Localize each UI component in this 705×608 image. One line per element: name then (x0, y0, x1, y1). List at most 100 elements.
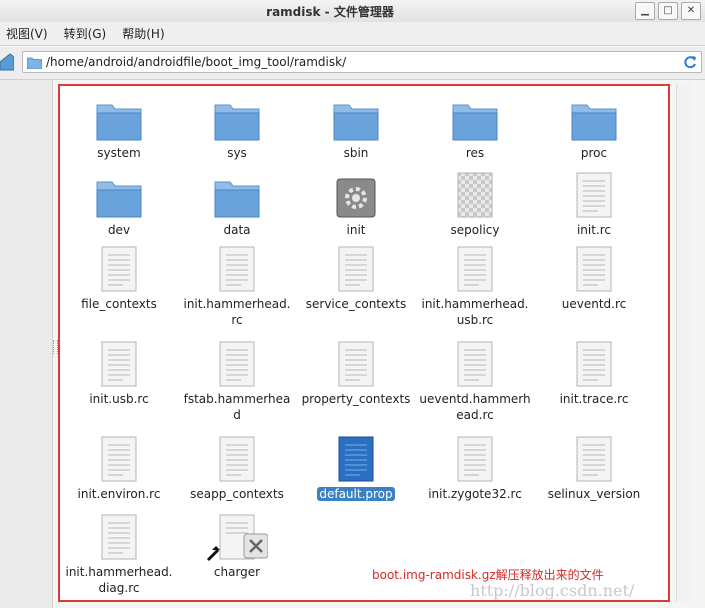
file-label: seapp_contexts (178, 486, 296, 502)
file-label: init.environ.rc (60, 486, 178, 502)
file-name-line1: init.usb.rc (89, 392, 149, 406)
text-icon (101, 341, 137, 391)
home-nav-icon[interactable] (0, 52, 14, 72)
file-label: property_contexts (297, 391, 415, 407)
folder-icon (96, 178, 142, 222)
text-icon (457, 246, 493, 296)
text-icon (576, 172, 612, 222)
file-label: init.hammerhead. usb.rc (416, 296, 534, 328)
file-name-line1: sys (227, 146, 247, 160)
text-icon (219, 436, 255, 486)
file-name-line1: dev (107, 223, 131, 237)
file-name-line2: ead.rc (456, 408, 494, 422)
text-icon (457, 436, 493, 486)
file-label: init.hammerhead. diag.rc (60, 564, 178, 596)
file-label: init (297, 222, 415, 238)
file-label: default.prop (297, 486, 415, 502)
menu-go[interactable]: 转到(G) (64, 25, 107, 42)
file-label: selinux_version (535, 486, 653, 502)
file-name-line1: res (465, 146, 485, 160)
file-name-line1: init.trace.rc (559, 392, 629, 406)
maximize-button[interactable]: □ (658, 1, 678, 20)
file-name-line1: charger (213, 565, 261, 579)
location-toolbar: /home/android/androidfile/boot_img_tool/… (0, 47, 705, 80)
path-input[interactable]: /home/android/androidfile/boot_img_tool/… (22, 51, 702, 73)
file-name-line1: service_contexts (305, 297, 407, 311)
broken-link-icon (206, 514, 269, 568)
file-label: sbin (297, 145, 415, 161)
text-icon (338, 436, 374, 486)
text-icon (457, 341, 493, 391)
folder-icon (452, 101, 498, 145)
file-label: service_contexts (297, 296, 415, 312)
file-label: ueventd.hammerh ead.rc (416, 391, 534, 423)
file-name-line1: sbin (343, 146, 369, 160)
reload-icon[interactable] (683, 55, 697, 69)
menu-bar: 视图(V) 转到(G) 帮助(H) (0, 22, 705, 46)
folder-icon (27, 57, 42, 69)
file-label: sys (178, 145, 296, 161)
minimize-button[interactable]: ▁ (635, 1, 655, 20)
file-name-line1: ueventd.hammerh (419, 392, 531, 406)
file-name-line2: usb.rc (456, 313, 494, 327)
file-name-line2: rc (231, 313, 243, 327)
file-name-line1: property_contexts (301, 392, 411, 406)
title-bar: ramdisk - 文件管理器 ▁ □ ✕ (0, 0, 705, 23)
side-pane[interactable] (0, 80, 53, 608)
file-name-line2: d (233, 408, 241, 422)
text-icon (219, 246, 255, 296)
text-icon (576, 246, 612, 296)
file-name-line1: init.hammerhead. (65, 565, 173, 579)
file-name-line1: default.prop (317, 487, 395, 501)
window-controls: ▁ □ ✕ (631, 0, 705, 21)
file-label: proc (535, 145, 653, 161)
file-name-line2: diag.rc (98, 581, 140, 595)
file-label: fstab.hammerhea d (178, 391, 296, 423)
folder-icon (571, 101, 617, 145)
file-label: file_contexts (60, 296, 178, 312)
text-icon (576, 341, 612, 391)
menu-help[interactable]: 帮助(H) (122, 25, 164, 42)
file-name-line1: fstab.hammerhea (183, 392, 291, 406)
text-icon (101, 436, 137, 486)
text-icon (101, 514, 137, 564)
file-name-line1: init.rc (576, 223, 612, 237)
file-label: init.usb.rc (60, 391, 178, 407)
file-label: res (416, 145, 534, 161)
watermark: http://blog.csdn.net/ (470, 581, 635, 600)
file-name-line1: init.hammerhead. (421, 297, 529, 311)
file-label: init.trace.rc (535, 391, 653, 407)
folder-icon (214, 178, 260, 222)
text-icon (576, 436, 612, 486)
executable-icon (336, 178, 376, 222)
window-title: ramdisk - 文件管理器 (266, 5, 394, 19)
file-label: system (60, 145, 178, 161)
binary-icon (457, 172, 493, 222)
scrollbar[interactable] (676, 84, 691, 602)
file-name-line1: selinux_version (547, 487, 641, 501)
file-name-line1: init.environ.rc (77, 487, 161, 501)
file-name-line1: init (346, 223, 366, 237)
file-name-line1: init.hammerhead. (183, 297, 291, 311)
file-label: ueventd.rc (535, 296, 653, 312)
file-name-line1: ueventd.rc (561, 297, 627, 311)
file-name-line1: proc (580, 146, 608, 160)
folder-icon (333, 101, 379, 145)
file-label: dev (60, 222, 178, 238)
file-name-line1: sepolicy (450, 223, 500, 237)
file-name-line1: system (97, 146, 141, 160)
file-name-line1: init.zygote32.rc (428, 487, 522, 501)
file-name-line1: data (223, 223, 251, 237)
file-label: sepolicy (416, 222, 534, 238)
text-icon (338, 341, 374, 391)
file-label: init.zygote32.rc (416, 486, 534, 502)
file-name-line1: file_contexts (81, 297, 157, 311)
file-label: charger (178, 564, 296, 580)
path-text: /home/android/androidfile/boot_img_tool/… (46, 55, 347, 69)
file-name-line1: seapp_contexts (190, 487, 284, 501)
menu-view[interactable]: 视图(V) (6, 25, 48, 42)
close-button[interactable]: ✕ (681, 1, 701, 20)
file-label: data (178, 222, 296, 238)
folder-icon (96, 101, 142, 145)
text-icon (101, 246, 137, 296)
